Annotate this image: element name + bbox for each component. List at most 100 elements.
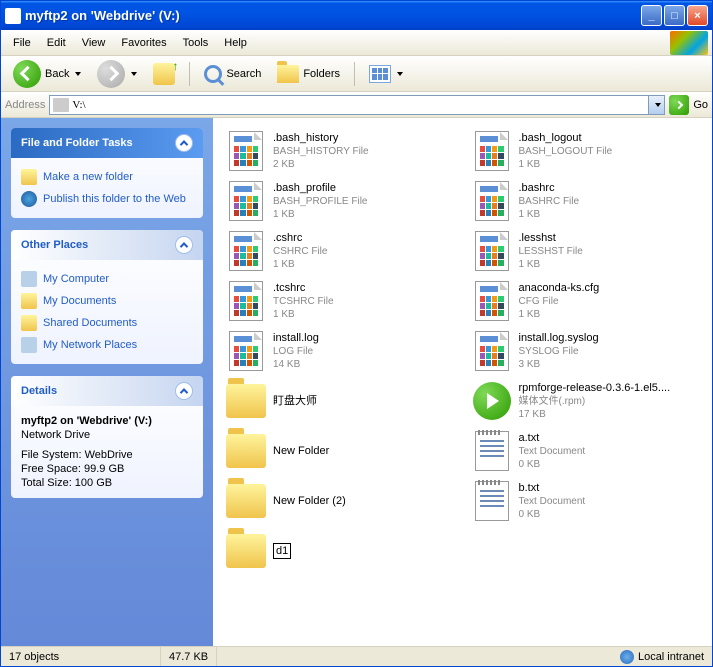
- file-size: 0 KB: [519, 458, 586, 471]
- menu-view[interactable]: View: [74, 34, 114, 52]
- views-button[interactable]: [363, 63, 409, 85]
- titlebar[interactable]: myftp2 on 'Webdrive' (V:) _ □ ×: [1, 1, 712, 30]
- shared-folder-icon: [21, 315, 37, 331]
- details-header[interactable]: Details: [11, 376, 203, 406]
- file-name: New Folder: [273, 444, 329, 458]
- file-item[interactable]: install.log.syslogSYSLOG File3 KB: [469, 328, 703, 374]
- file-item[interactable]: .tcshrcTCSHRC File1 KB: [223, 278, 457, 324]
- forward-button[interactable]: [91, 58, 143, 90]
- back-button[interactable]: Back: [7, 58, 87, 90]
- place-network[interactable]: My Network Places: [21, 334, 193, 356]
- back-label: Back: [45, 68, 69, 80]
- file-name-editing[interactable]: d1: [273, 543, 291, 559]
- status-zone-label: Local intranet: [638, 651, 704, 663]
- generic-file-icon: [229, 281, 263, 321]
- task-new-folder[interactable]: Make a new folder: [21, 166, 193, 188]
- chevron-down-icon: [75, 72, 81, 76]
- window-title: myftp2 on 'Webdrive' (V:): [25, 8, 641, 23]
- folders-button[interactable]: Folders: [271, 63, 346, 85]
- file-type: CFG File: [519, 295, 600, 308]
- file-size: 1 KB: [519, 258, 583, 271]
- address-input[interactable]: [72, 99, 648, 111]
- search-button[interactable]: Search: [198, 63, 267, 85]
- file-item[interactable]: New Folder (2): [223, 478, 457, 524]
- menu-tools[interactable]: Tools: [175, 34, 217, 52]
- documents-icon: [21, 293, 37, 309]
- tasks-header[interactable]: File and Folder Tasks: [11, 128, 203, 158]
- places-header-label: Other Places: [21, 239, 88, 251]
- maximize-button[interactable]: □: [664, 5, 685, 26]
- file-size: 14 KB: [273, 358, 319, 371]
- globe-icon: [21, 191, 37, 207]
- place-shared-documents[interactable]: Shared Documents: [21, 312, 193, 334]
- tasks-panel: File and Folder Tasks Make a new folder …: [11, 128, 203, 218]
- chevron-down-icon: [397, 72, 403, 76]
- file-type: LOG File: [273, 345, 319, 358]
- details-type: Network Drive: [21, 428, 193, 442]
- file-item[interactable]: a.txtText Document0 KB: [469, 428, 703, 474]
- file-item[interactable]: .cshrcCSHRC File1 KB: [223, 228, 457, 274]
- tasks-header-label: File and Folder Tasks: [21, 137, 133, 149]
- generic-file-icon: [475, 331, 509, 371]
- file-item[interactable]: .bashrcBASHRC File1 KB: [469, 178, 703, 224]
- zone-icon: [620, 650, 634, 664]
- file-name: .bash_profile: [273, 181, 367, 195]
- file-name: install.log: [273, 331, 319, 345]
- go-button[interactable]: [669, 95, 689, 115]
- generic-file-icon: [229, 181, 263, 221]
- file-item[interactable]: d1: [223, 528, 457, 574]
- file-item[interactable]: .bash_logoutBASH_LOGOUT File1 KB: [469, 128, 703, 174]
- file-name: .bash_history: [273, 131, 369, 145]
- drive-icon: [53, 98, 69, 112]
- file-item[interactable]: install.logLOG File14 KB: [223, 328, 457, 374]
- file-item[interactable]: .lesshstLESSHST File1 KB: [469, 228, 703, 274]
- file-size: 1 KB: [519, 308, 600, 321]
- file-item[interactable]: rpmforge-release-0.3.6-1.el5....媒体文件(.rp…: [469, 378, 703, 424]
- content-area: File and Folder Tasks Make a new folder …: [1, 118, 712, 646]
- details-free-space: Free Space: 99.9 GB: [21, 462, 193, 476]
- file-name: a.txt: [519, 431, 586, 445]
- close-button[interactable]: ×: [687, 5, 708, 26]
- status-objects: 17 objects: [1, 647, 161, 666]
- place-my-documents[interactable]: My Documents: [21, 290, 193, 312]
- up-button[interactable]: [147, 61, 181, 87]
- search-icon: [204, 65, 222, 83]
- task-publish-web[interactable]: Publish this folder to the Web: [21, 188, 193, 210]
- go-label: Go: [693, 99, 708, 111]
- place-label: My Network Places: [43, 339, 137, 351]
- separator: [189, 62, 190, 86]
- file-type: Text Document: [519, 495, 586, 508]
- file-item[interactable]: 盯盘大师: [223, 378, 457, 424]
- menubar: File Edit View Favorites Tools Help: [1, 30, 712, 56]
- place-label: My Computer: [43, 273, 109, 285]
- file-size: 17 KB: [519, 408, 671, 421]
- file-list[interactable]: .bash_historyBASH_HISTORY File2 KB.bash_…: [213, 118, 712, 646]
- place-my-computer[interactable]: My Computer: [21, 268, 193, 290]
- places-header[interactable]: Other Places: [11, 230, 203, 260]
- address-label: Address: [5, 99, 45, 111]
- file-item[interactable]: .bash_profileBASH_PROFILE File1 KB: [223, 178, 457, 224]
- status-size: 47.7 KB: [161, 647, 217, 666]
- menu-edit[interactable]: Edit: [39, 34, 74, 52]
- collapse-icon: [175, 134, 193, 152]
- file-name: .bashrc: [519, 181, 580, 195]
- generic-file-icon: [475, 231, 509, 271]
- new-folder-icon: [21, 169, 37, 185]
- file-type: SYSLOG File: [519, 345, 599, 358]
- file-item[interactable]: anaconda-ks.cfgCFG File1 KB: [469, 278, 703, 324]
- menu-favorites[interactable]: Favorites: [113, 34, 174, 52]
- file-name: rpmforge-release-0.3.6-1.el5....: [519, 381, 671, 395]
- generic-file-icon: [229, 231, 263, 271]
- file-type: LESSHST File: [519, 245, 583, 258]
- places-panel: Other Places My Computer My Documents Sh…: [11, 230, 203, 364]
- file-item[interactable]: .bash_historyBASH_HISTORY File2 KB: [223, 128, 457, 174]
- minimize-button[interactable]: _: [641, 5, 662, 26]
- address-dropdown[interactable]: [648, 96, 664, 114]
- app-icon: [5, 8, 21, 24]
- menu-file[interactable]: File: [5, 34, 39, 52]
- menu-help[interactable]: Help: [216, 34, 255, 52]
- file-item[interactable]: b.txtText Document0 KB: [469, 478, 703, 524]
- file-item[interactable]: New Folder: [223, 428, 457, 474]
- folder-icon: [226, 434, 266, 468]
- generic-file-icon: [229, 331, 263, 371]
